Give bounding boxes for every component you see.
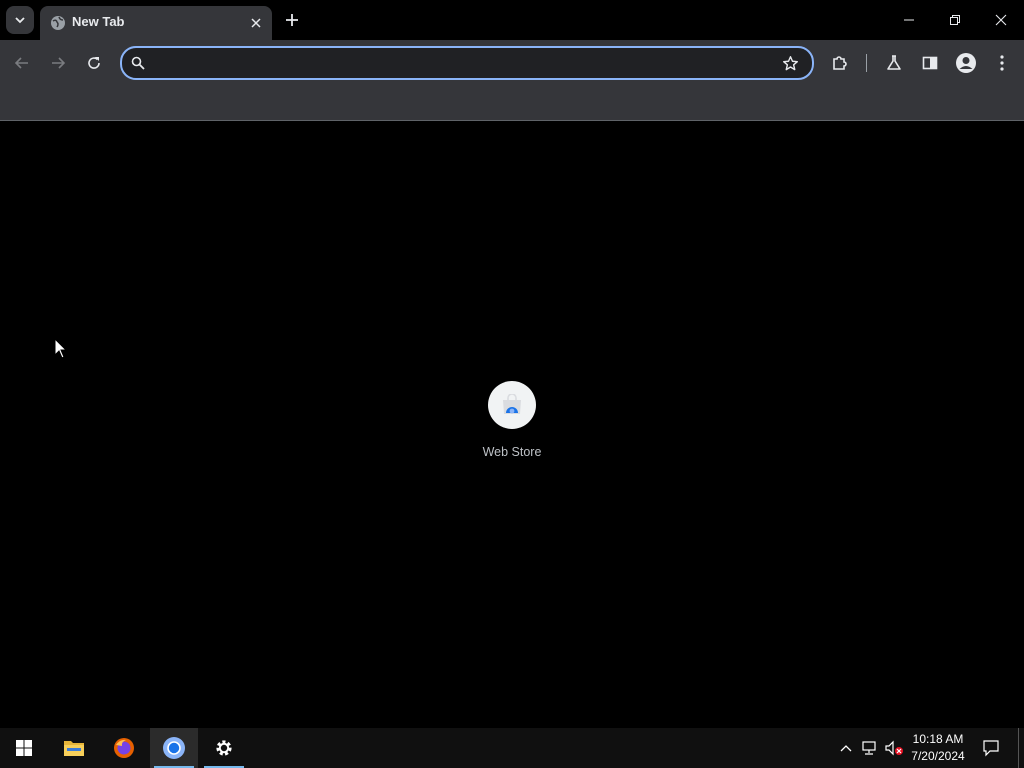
flask-icon <box>887 55 901 70</box>
clock-time: 10:18 AM <box>912 732 964 746</box>
close-icon <box>995 14 1007 26</box>
taskbar-file-explorer[interactable] <box>50 728 98 768</box>
toolbar-divider <box>866 54 867 72</box>
address-input[interactable] <box>156 52 770 76</box>
volume-tray-button[interactable] <box>884 738 904 758</box>
puzzle-icon <box>833 56 847 70</box>
arrow-right-icon <box>52 57 66 69</box>
browser-toolbar <box>0 40 1024 86</box>
network-icon <box>862 741 876 755</box>
volume-muted-icon <box>885 740 903 756</box>
tab-new-tab[interactable]: New Tab <box>40 6 272 40</box>
tab-title: New Tab <box>72 14 125 29</box>
back-button[interactable] <box>8 49 36 77</box>
tab-search-button[interactable] <box>6 6 34 34</box>
restore-icon <box>950 15 960 25</box>
bookmark-star-button[interactable] <box>780 53 800 73</box>
labs-button[interactable] <box>880 49 908 77</box>
chevron-down-icon <box>15 17 25 24</box>
web-store-icon <box>503 394 521 414</box>
start-button[interactable] <box>0 728 48 768</box>
side-panel-icon <box>922 56 938 70</box>
globe-icon <box>51 16 65 30</box>
windows-logo-icon <box>16 740 32 756</box>
folder-icon <box>64 741 84 756</box>
clock-date: 7/20/2024 <box>911 749 965 763</box>
plus-icon <box>286 14 298 26</box>
shortcut-label: Web Store <box>482 445 542 459</box>
new-tab-button[interactable] <box>280 8 304 32</box>
mouse-cursor-icon <box>54 338 68 359</box>
system-clock[interactable]: 10:18 AM 7/20/2024 <box>904 731 972 765</box>
avatar-icon <box>956 53 976 73</box>
close-tab-button[interactable] <box>246 13 266 33</box>
tab-strip: New Tab <box>0 0 1024 40</box>
web-store-tile[interactable] <box>488 381 536 429</box>
taskbar-settings[interactable] <box>200 728 248 768</box>
show-hidden-icons-button[interactable] <box>836 738 856 758</box>
minimize-icon <box>904 19 914 21</box>
close-icon <box>251 18 261 28</box>
profile-button[interactable] <box>952 49 980 77</box>
search-icon <box>131 56 145 70</box>
network-tray-button[interactable] <box>860 738 880 758</box>
gear-icon <box>216 740 232 756</box>
minimize-button[interactable] <box>886 0 932 40</box>
taskbar-firefox[interactable] <box>100 728 148 768</box>
side-panel-button[interactable] <box>916 49 944 77</box>
chevron-up-icon <box>840 745 852 752</box>
taskbar: 10:18 AM 7/20/2024 <box>0 728 1024 768</box>
bookmarks-bar <box>0 86 1024 121</box>
show-desktop-button[interactable] <box>1018 728 1019 768</box>
extensions-button[interactable] <box>826 49 854 77</box>
arrow-left-icon <box>14 57 28 69</box>
firefox-icon <box>114 738 134 758</box>
chrome-icon <box>163 737 185 759</box>
reload-icon <box>88 57 100 69</box>
taskbar-chrome[interactable] <box>150 728 198 768</box>
menu-button[interactable] <box>988 49 1016 77</box>
forward-button[interactable] <box>44 49 72 77</box>
address-bar[interactable] <box>120 46 814 80</box>
close-window-button[interactable] <box>978 0 1024 40</box>
reload-button[interactable] <box>80 49 108 77</box>
shortcut-web-store[interactable]: Web Store <box>472 381 552 471</box>
action-center-button[interactable] <box>981 738 1001 758</box>
notification-icon <box>983 740 999 757</box>
new-tab-page: Web Store <box>0 121 1024 728</box>
more-vert-icon <box>1000 55 1004 71</box>
restore-button[interactable] <box>932 0 978 40</box>
star-icon <box>782 55 798 70</box>
